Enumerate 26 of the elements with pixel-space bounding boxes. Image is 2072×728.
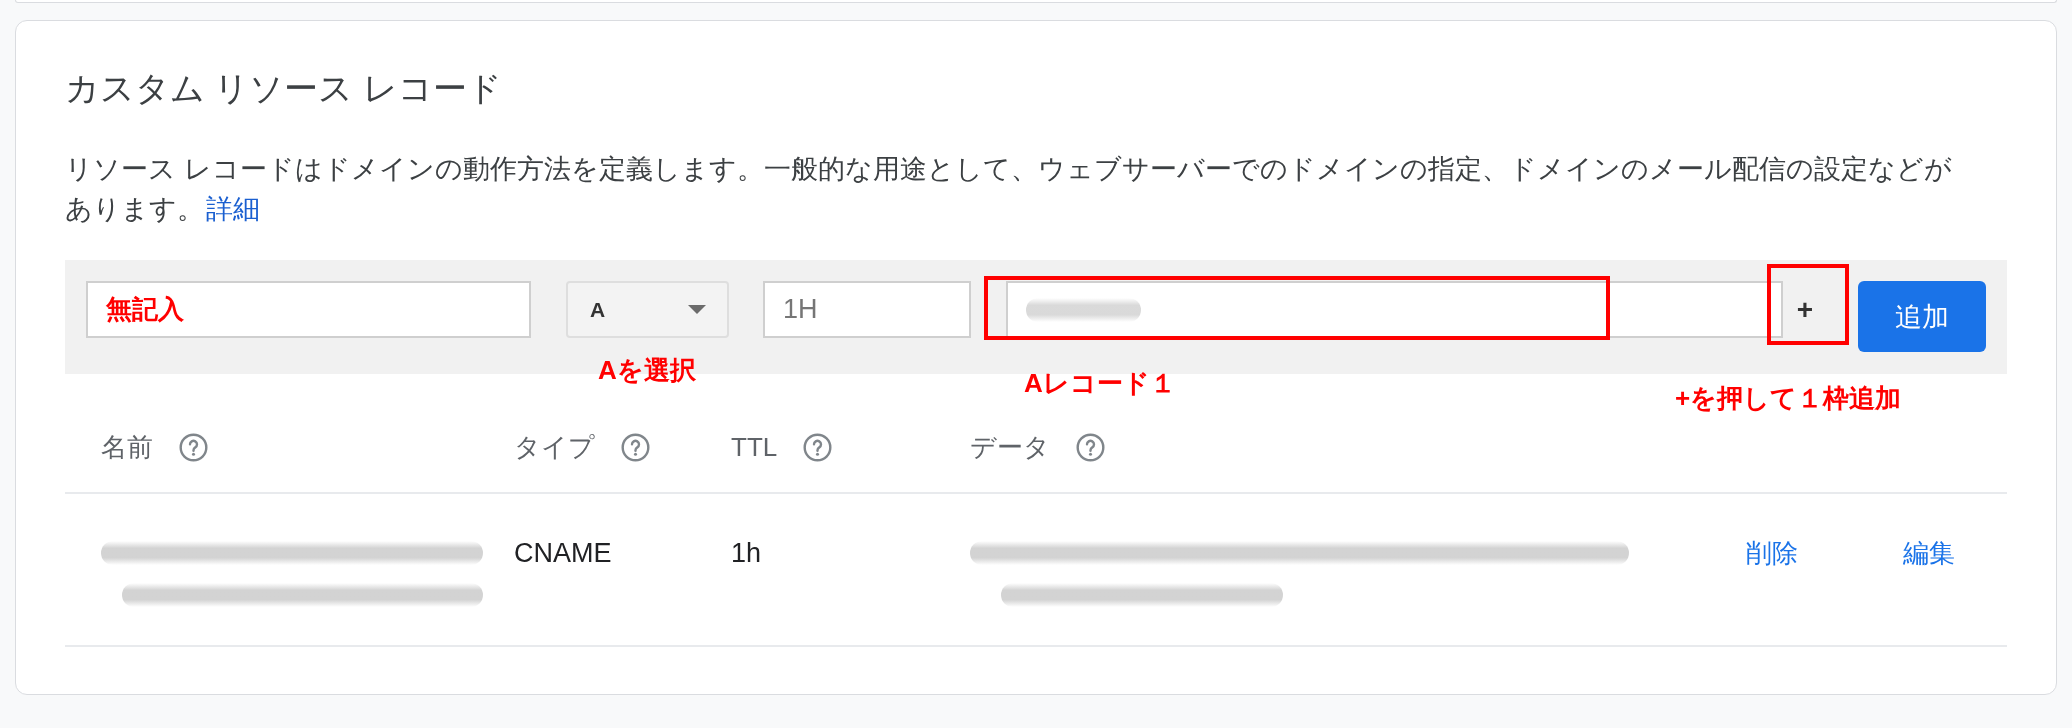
description-text: リソース レコードはドメインの動作方法を定義します。一般的な用途として、ウェブサーバーでのドメインの指定、ドメインのメール配信の設定などがあります。詳細 — [65, 152, 1953, 226]
row-action-link[interactable]: 編集 — [1903, 532, 1955, 574]
name-input-field[interactable]: 無記入 — [86, 281, 531, 338]
annotation-text: Aレコード１ — [1024, 368, 1176, 399]
ttl-input-field[interactable]: 1H — [763, 281, 971, 338]
add-button[interactable]: 追加 — [1858, 281, 1986, 352]
annotation-text: Aを選択 — [598, 355, 696, 386]
column-header: 名前 — [101, 432, 153, 462]
column-header: タイプ — [514, 432, 595, 462]
help-icon[interactable] — [1076, 432, 1105, 462]
column-header: データ — [970, 432, 1050, 462]
caret-down-icon — [688, 305, 706, 314]
help-icon[interactable] — [803, 432, 833, 462]
row-action-link[interactable]: 削除 — [1746, 532, 1798, 574]
data-input-field[interactable] — [1006, 281, 1783, 338]
help-icon[interactable] — [621, 432, 650, 462]
section-title: カスタム リソース レコード — [65, 68, 503, 109]
help-icon[interactable] — [179, 432, 208, 462]
annotation-text: 無記入 — [106, 294, 184, 325]
table-cell: 1h — [731, 538, 762, 568]
add-field-button[interactable]: + — [1783, 281, 1827, 338]
column-header: TTL — [731, 432, 778, 462]
details-link[interactable]: 詳細 — [206, 193, 260, 224]
table-cell: CNAME — [514, 538, 612, 568]
type-dropdown[interactable]: A — [566, 281, 729, 338]
annotation-text: +を押して１枠追加 — [1675, 383, 1902, 414]
